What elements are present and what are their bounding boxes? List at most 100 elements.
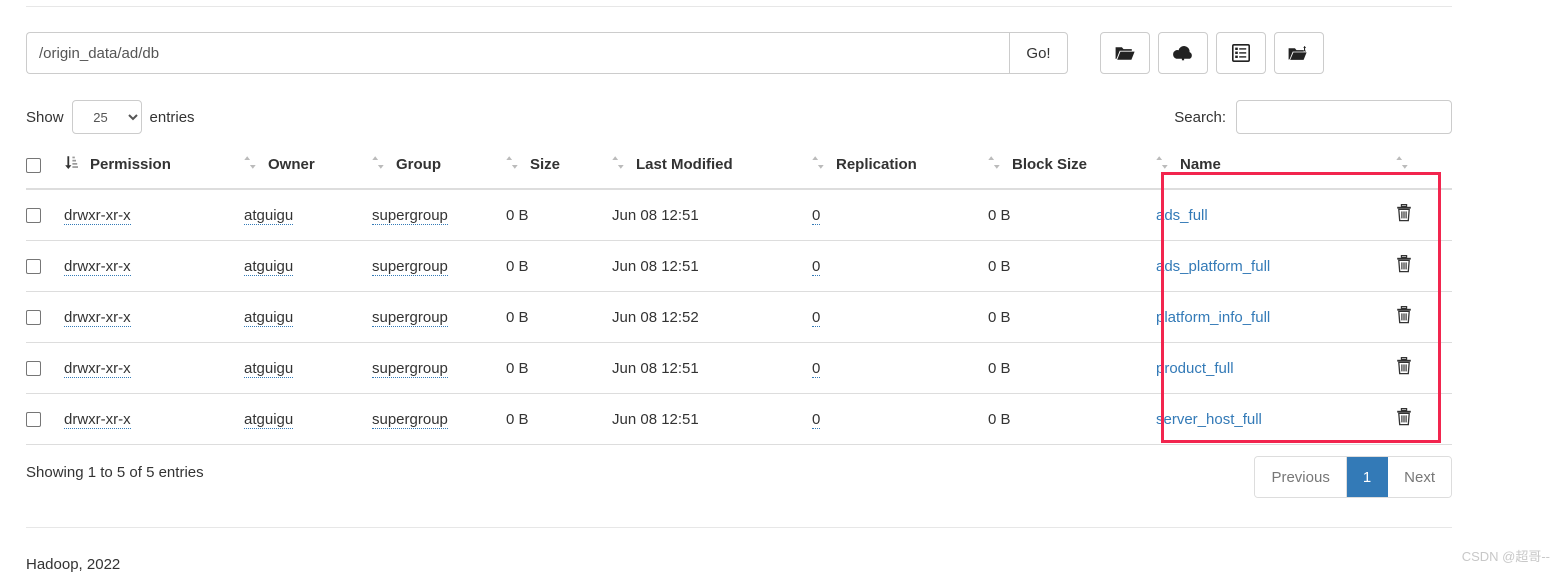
cell-owner: atguigu xyxy=(244,342,372,394)
pagination-previous[interactable]: Previous xyxy=(1255,457,1347,497)
cell-size: 0 B xyxy=(506,240,612,292)
cell-actions xyxy=(1396,291,1452,343)
search-input[interactable] xyxy=(1236,100,1452,134)
replication-value[interactable]: 0 xyxy=(812,257,821,276)
entries-select[interactable]: 25 xyxy=(71,100,142,134)
row-checkbox[interactable] xyxy=(26,208,41,224)
cell-size: 0 B xyxy=(506,189,612,241)
row-select-cell xyxy=(26,240,64,292)
delete-button[interactable] xyxy=(1396,204,1412,225)
permission-value[interactable]: drwxr-xr-x xyxy=(64,308,131,327)
upload-button[interactable] xyxy=(1158,32,1208,74)
svg-text:t: t xyxy=(1303,45,1306,53)
go-button[interactable]: Go! xyxy=(1009,32,1068,74)
select-all-header xyxy=(26,155,64,190)
sort-icon xyxy=(372,155,384,174)
cell-owner: atguigu xyxy=(244,189,372,241)
header-name-label: Name xyxy=(1180,156,1221,173)
delete-button[interactable] xyxy=(1396,408,1412,429)
table-row: drwxr-xr-x atguigu supergroup 0 B Jun 08… xyxy=(26,240,1452,292)
row-checkbox[interactable] xyxy=(26,361,41,377)
select-all-checkbox[interactable] xyxy=(26,157,41,173)
row-select-cell xyxy=(26,342,64,394)
cell-actions xyxy=(1396,189,1452,241)
cell-block-size: 0 B xyxy=(988,291,1156,343)
replication-value[interactable]: 0 xyxy=(812,206,821,225)
cell-actions xyxy=(1396,393,1452,445)
snapshot-list-button[interactable] xyxy=(1216,32,1266,74)
permission-value[interactable]: drwxr-xr-x xyxy=(64,257,131,276)
cell-name: product_full xyxy=(1156,342,1396,394)
header-replication[interactable]: Replication xyxy=(812,155,988,190)
sort-icon xyxy=(244,155,256,174)
owner-value[interactable]: atguigu xyxy=(244,257,294,276)
cell-replication: 0 xyxy=(812,189,988,241)
group-value[interactable]: supergroup xyxy=(372,257,448,276)
header-group[interactable]: Group xyxy=(372,155,506,190)
cell-replication: 0 xyxy=(812,240,988,292)
cloud-upload-icon xyxy=(1172,45,1194,62)
owner-value[interactable]: atguigu xyxy=(244,206,294,225)
pagination-next[interactable]: Next xyxy=(1388,457,1451,497)
replication-value[interactable]: 0 xyxy=(812,359,821,378)
header-size[interactable]: Size xyxy=(506,155,612,190)
cell-block-size: 0 B xyxy=(988,342,1156,394)
files-table-body: drwxr-xr-x atguigu supergroup 0 B Jun 08… xyxy=(26,189,1452,445)
path-input-group: Go! xyxy=(26,32,1068,74)
file-name-link[interactable]: platform_info_full xyxy=(1156,309,1270,326)
row-checkbox[interactable] xyxy=(26,310,41,326)
cell-actions xyxy=(1396,240,1452,292)
cell-name: platform_info_full xyxy=(1156,291,1396,343)
path-input[interactable] xyxy=(26,32,1009,74)
cell-replication: 0 xyxy=(812,342,988,394)
owner-value[interactable]: atguigu xyxy=(244,410,294,429)
header-last-modified[interactable]: Last Modified xyxy=(612,155,812,190)
cell-block-size: 0 B xyxy=(988,240,1156,292)
cell-group: supergroup xyxy=(372,291,506,343)
group-value[interactable]: supergroup xyxy=(372,308,448,327)
cell-last-modified: Jun 08 12:52 xyxy=(612,291,812,343)
file-name-link[interactable]: ads_full xyxy=(1156,207,1208,224)
owner-value[interactable]: atguigu xyxy=(244,359,294,378)
trash-icon xyxy=(1396,306,1412,327)
group-value[interactable]: supergroup xyxy=(372,410,448,429)
delete-button[interactable] xyxy=(1396,357,1412,378)
create-directory-button[interactable]: t xyxy=(1274,32,1324,74)
group-value[interactable]: supergroup xyxy=(372,359,448,378)
permission-value[interactable]: drwxr-xr-x xyxy=(64,410,131,429)
files-table: Permission Owner Group Size Last Modifie… xyxy=(26,155,1452,445)
header-block-size[interactable]: Block Size xyxy=(988,155,1156,190)
cell-last-modified: Jun 08 12:51 xyxy=(612,393,812,445)
delete-button[interactable] xyxy=(1396,306,1412,327)
table-row: drwxr-xr-x atguigu supergroup 0 B Jun 08… xyxy=(26,342,1452,394)
replication-value[interactable]: 0 xyxy=(812,410,821,429)
folder-open-icon xyxy=(1115,45,1135,62)
owner-value[interactable]: atguigu xyxy=(244,308,294,327)
header-name[interactable]: Name xyxy=(1156,155,1396,190)
delete-button[interactable] xyxy=(1396,255,1412,276)
cell-name: ads_platform_full xyxy=(1156,240,1396,292)
row-checkbox[interactable] xyxy=(26,412,41,428)
cell-size: 0 B xyxy=(506,342,612,394)
folder-open-button[interactable] xyxy=(1100,32,1150,74)
cell-actions xyxy=(1396,342,1452,394)
permission-value[interactable]: drwxr-xr-x xyxy=(64,206,131,225)
cell-group: supergroup xyxy=(372,189,506,241)
group-value[interactable]: supergroup xyxy=(372,206,448,225)
permission-value[interactable]: drwxr-xr-x xyxy=(64,359,131,378)
row-checkbox[interactable] xyxy=(26,259,41,275)
file-name-link[interactable]: ads_platform_full xyxy=(1156,258,1270,275)
replication-value[interactable]: 0 xyxy=(812,308,821,327)
sort-amount-down-icon xyxy=(64,155,78,174)
file-name-link[interactable]: product_full xyxy=(1156,360,1234,377)
length-control: Show 25 entries xyxy=(26,100,195,134)
header-permission[interactable]: Permission xyxy=(64,155,244,190)
pagination-page-1[interactable]: 1 xyxy=(1346,457,1389,497)
sort-icon xyxy=(1396,155,1408,174)
sort-icon xyxy=(506,155,518,174)
cell-permission: drwxr-xr-x xyxy=(64,291,244,343)
file-name-link[interactable]: server_host_full xyxy=(1156,411,1262,428)
header-owner-label: Owner xyxy=(268,156,315,173)
header-owner[interactable]: Owner xyxy=(244,155,372,190)
header-last-modified-label: Last Modified xyxy=(636,156,733,173)
